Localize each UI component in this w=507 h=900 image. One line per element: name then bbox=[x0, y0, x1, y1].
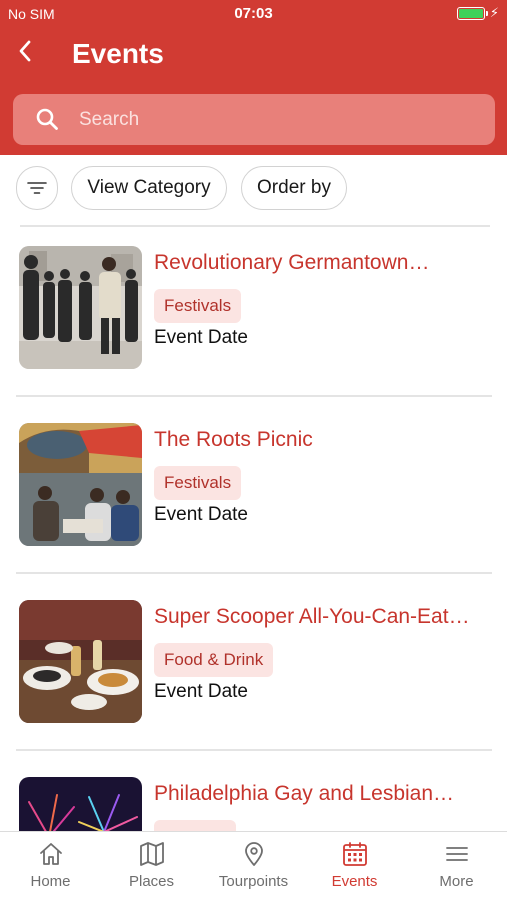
location-pin-icon bbox=[245, 842, 263, 866]
clock: 07:03 bbox=[234, 5, 273, 22]
menu-icon bbox=[446, 847, 468, 861]
event-list-item[interactable]: Super Scooper All-You-Can-Eat… Food & Dr… bbox=[0, 580, 507, 757]
event-date: Event Date bbox=[154, 681, 248, 702]
nav-bar: Events bbox=[0, 30, 507, 82]
event-title[interactable]: Revolutionary Germantown… bbox=[154, 251, 484, 275]
app-header: No SIM 07:03 ⚡ Events bbox=[0, 0, 507, 155]
item-divider bbox=[16, 749, 492, 751]
event-list-item[interactable]: The Roots Picnic Festivals Event Date bbox=[0, 403, 507, 580]
event-list-item[interactable]: Revolutionary Germantown… Festivals Even… bbox=[0, 226, 507, 403]
page-title: Events bbox=[72, 38, 164, 69]
category-tag: Festivals bbox=[154, 466, 242, 500]
tab-home[interactable]: Home bbox=[0, 832, 101, 900]
event-title[interactable]: Philadelphia Gay and Lesbian… bbox=[154, 782, 484, 806]
search-bar[interactable] bbox=[13, 94, 495, 145]
map-icon bbox=[140, 842, 164, 866]
event-thumbnail bbox=[19, 246, 142, 369]
home-icon bbox=[40, 843, 62, 865]
order-by-button[interactable]: Order by bbox=[241, 166, 347, 210]
search-input[interactable] bbox=[79, 104, 459, 136]
tab-events[interactable]: Events bbox=[304, 832, 405, 900]
search-icon bbox=[36, 108, 58, 130]
tab-label: Home bbox=[30, 873, 71, 890]
event-list-item[interactable]: Philadelphia Gay and Lesbian… bbox=[0, 757, 507, 831]
calendar-icon bbox=[343, 842, 367, 866]
tab-label: Places bbox=[128, 873, 175, 890]
events-list: Revolutionary Germantown… Festivals Even… bbox=[0, 226, 507, 831]
event-title[interactable]: The Roots Picnic bbox=[154, 428, 484, 452]
tab-more[interactable]: More bbox=[406, 832, 507, 900]
tab-label: More bbox=[439, 873, 474, 890]
charging-icon: ⚡ bbox=[489, 5, 499, 20]
event-thumbnail bbox=[19, 600, 142, 723]
item-divider bbox=[16, 395, 492, 397]
item-divider bbox=[16, 572, 492, 574]
filter-row: View Category Order by bbox=[0, 155, 507, 225]
event-thumbnail bbox=[19, 777, 142, 831]
tab-bar: Home Places Tourpoints Events More bbox=[0, 831, 507, 900]
battery-icon bbox=[457, 7, 488, 20]
view-category-button[interactable]: View Category bbox=[71, 166, 227, 210]
category-tag: Festivals bbox=[154, 289, 242, 323]
tab-label: Events bbox=[331, 873, 378, 890]
tab-places[interactable]: Places bbox=[101, 832, 202, 900]
filter-button[interactable] bbox=[16, 166, 58, 210]
tab-tourpoints[interactable]: Tourpoints bbox=[203, 832, 304, 900]
status-bar: No SIM 07:03 ⚡ bbox=[0, 0, 507, 28]
event-date: Event Date bbox=[154, 327, 248, 348]
category-tag: Food & Drink bbox=[154, 643, 274, 677]
event-thumbnail bbox=[19, 423, 142, 546]
tab-label: Tourpoints bbox=[218, 873, 289, 890]
back-arrow-icon[interactable] bbox=[14, 36, 38, 66]
category-tag bbox=[154, 820, 236, 831]
filter-icon bbox=[27, 182, 47, 194]
event-date: Event Date bbox=[154, 504, 248, 525]
event-title[interactable]: Super Scooper All-You-Can-Eat… bbox=[154, 605, 484, 629]
